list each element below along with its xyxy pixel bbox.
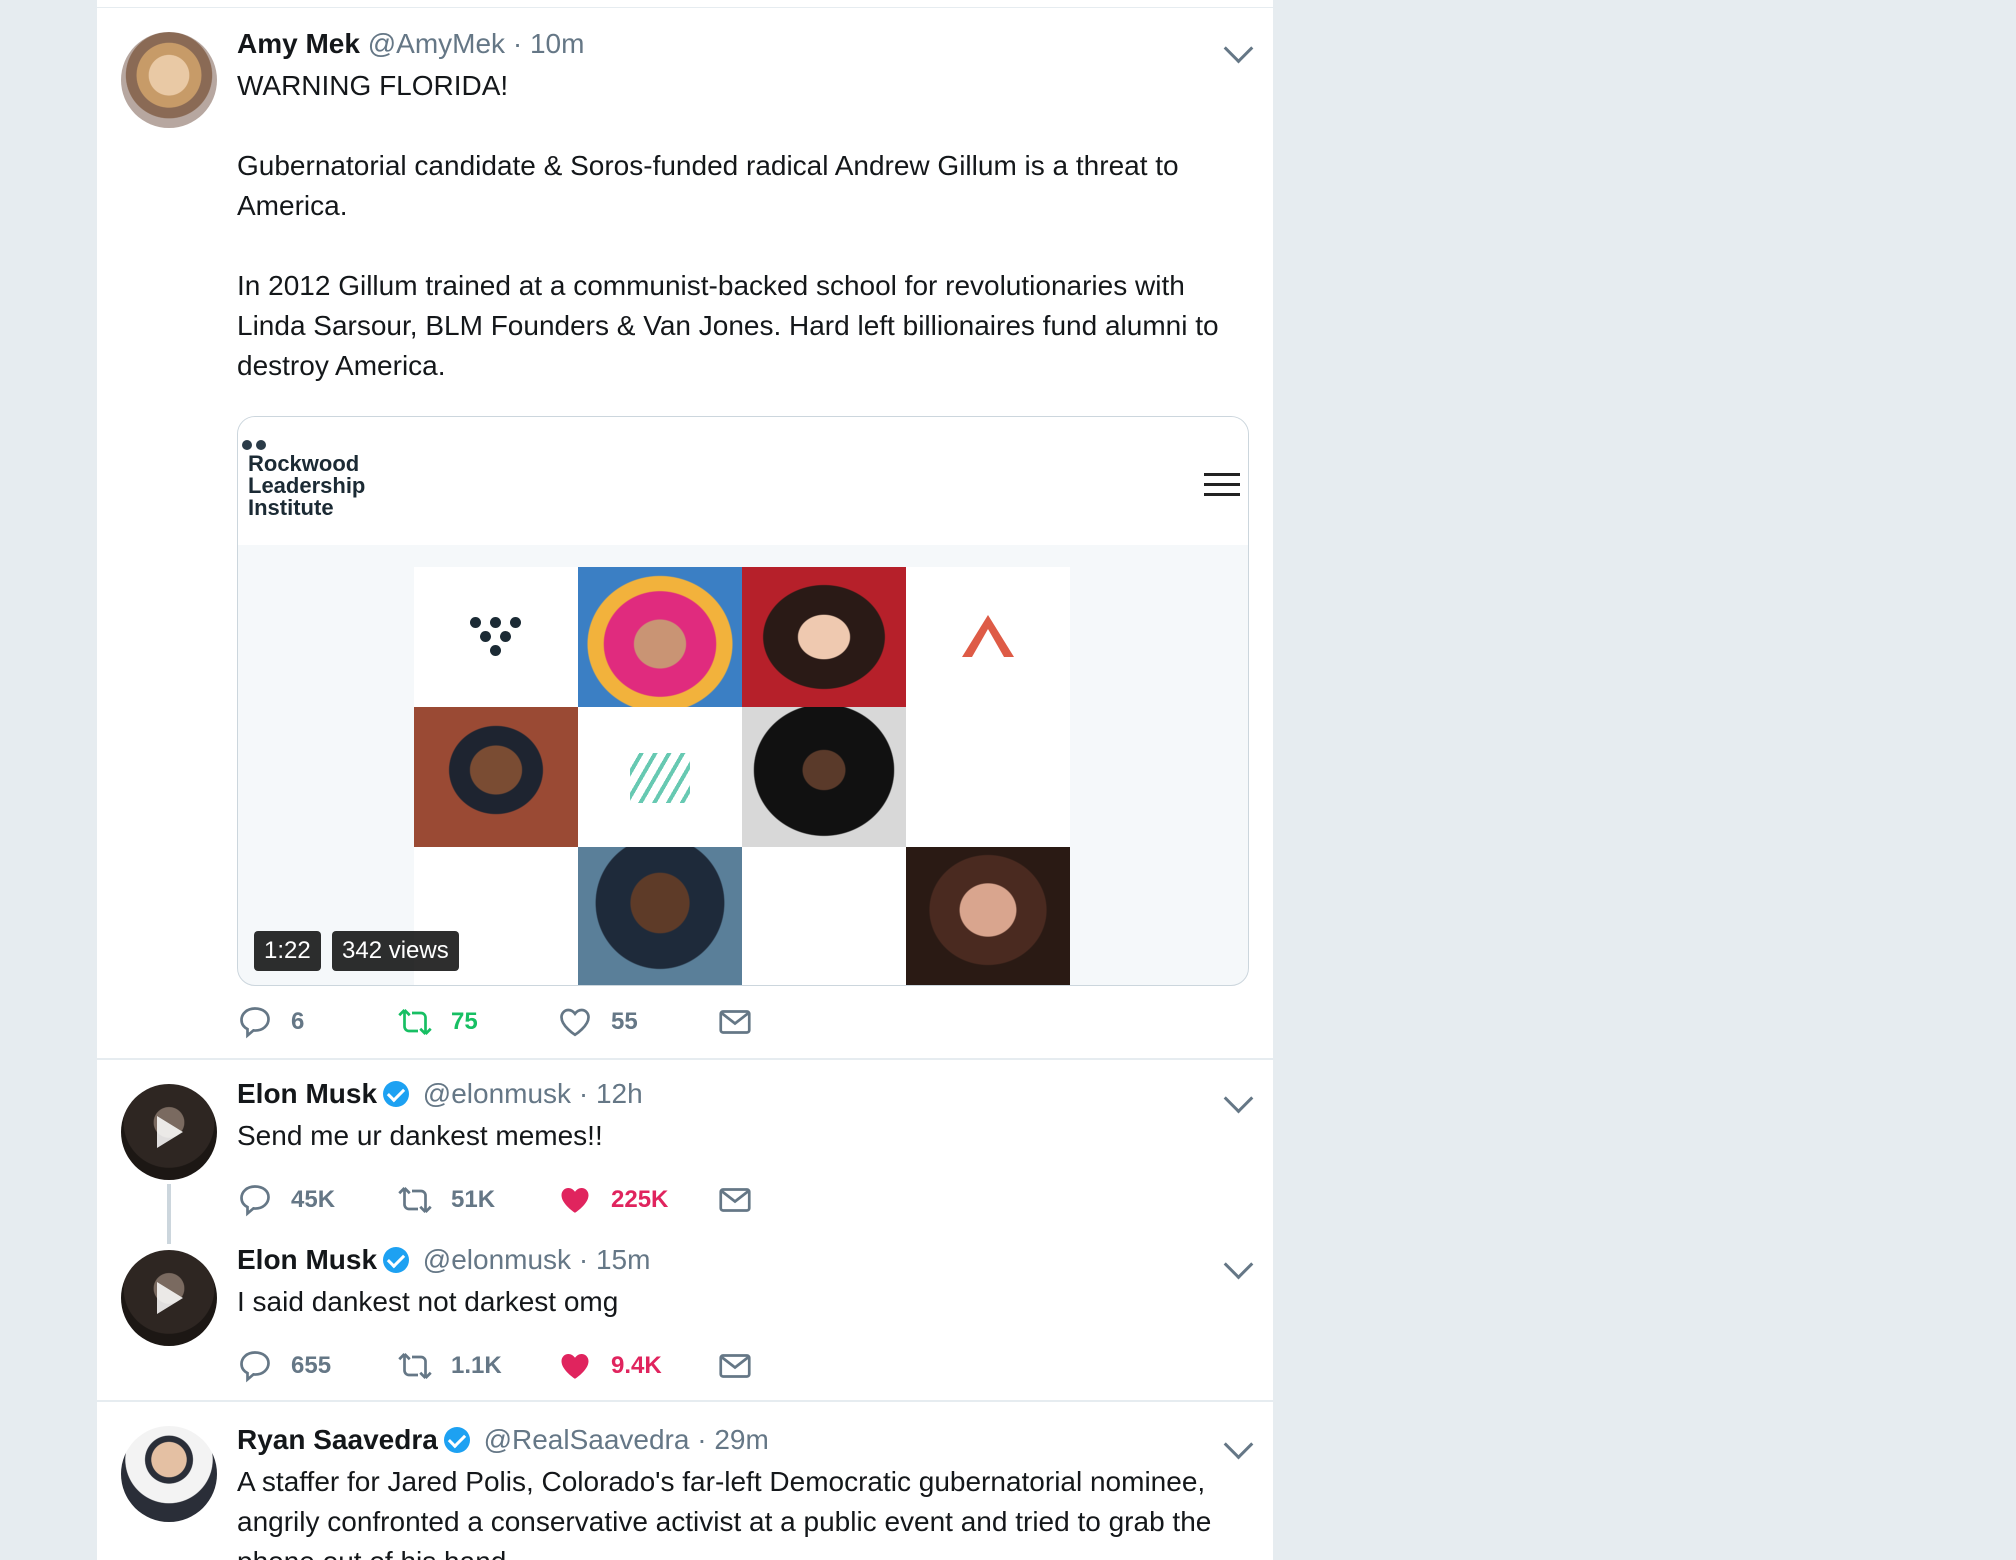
author-handle[interactable]: @elonmusk [423, 1078, 571, 1109]
reply-count: 45K [291, 1186, 336, 1213]
reply-button[interactable]: 6 [237, 1002, 304, 1042]
photo-tile [742, 707, 906, 847]
divider [97, 7, 1273, 8]
video-card[interactable]: Rockwood Leadership Institute 1:22 342 v… [237, 416, 1249, 986]
timestamp[interactable]: 29m [714, 1424, 768, 1455]
separator: · [578, 1244, 589, 1275]
site-logo: Rockwood Leadership Institute [248, 451, 366, 520]
logo-tile [906, 567, 1070, 707]
site-header: Rockwood Leadership Institute [238, 417, 1248, 545]
photo-tile [578, 567, 742, 707]
play-icon [157, 1282, 183, 1314]
tweet-text: A staffer for Jared Polis, Colorado's fa… [237, 1466, 1212, 1560]
direct-message-button[interactable] [717, 1346, 771, 1386]
verified-icon [383, 1081, 410, 1107]
reply-icon [240, 1185, 270, 1217]
chevron-down-icon[interactable] [1223, 1429, 1254, 1460]
like-count: 9.4K [611, 1352, 662, 1379]
like-count: 225K [611, 1186, 669, 1213]
retweet-button[interactable]: 75 [397, 1002, 478, 1042]
photo-tile [578, 847, 742, 985]
separator: · [578, 1078, 589, 1109]
chevron-down-icon[interactable] [1223, 1083, 1254, 1114]
retweet-icon [398, 1009, 432, 1035]
divider [97, 1400, 1273, 1402]
tweet-header: Ryan Saavedra @RealSaavedra · 29m [237, 1424, 769, 1456]
author-name[interactable]: Elon Musk [237, 1078, 377, 1109]
chevron-down-icon[interactable] [1223, 33, 1254, 64]
dots-logo-icon [470, 617, 522, 659]
timestamp[interactable]: 15m [596, 1244, 650, 1275]
author-name[interactable]: Ryan Saavedra [237, 1424, 438, 1455]
author-name[interactable]: Elon Musk [237, 1244, 377, 1275]
tweet-header: Elon Musk @elonmusk · 15m [237, 1244, 650, 1276]
reply-icon [240, 1351, 270, 1383]
thread-line [167, 1184, 171, 1244]
reply-count: 6 [291, 1008, 305, 1035]
like-icon [560, 1008, 590, 1037]
tweet-header: Amy Mek @AmyMek · 10m [237, 28, 584, 60]
verified-icon [443, 1427, 470, 1453]
like-button[interactable]: 9.4K [557, 1346, 662, 1386]
divider [97, 1058, 1273, 1060]
like-icon [561, 1354, 589, 1379]
retweet-button[interactable]: 1.1K [397, 1346, 502, 1386]
reply-icon [240, 1007, 270, 1039]
photo-grid [414, 567, 1070, 985]
like-button[interactable]: 55 [557, 1002, 638, 1042]
retweet-icon [398, 1353, 432, 1379]
hamburger-menu-icon [1204, 473, 1240, 497]
blank-tile [742, 847, 906, 985]
photo-tile [742, 567, 906, 707]
triangle-inner [972, 629, 1004, 657]
logo-tile [578, 707, 742, 847]
video-duration: 1:22 [254, 931, 321, 971]
retweet-button[interactable]: 51K [397, 1180, 495, 1220]
direct-message-button[interactable] [717, 1180, 771, 1220]
like-button[interactable]: 225K [557, 1180, 668, 1220]
retweet-count: 75 [451, 1008, 478, 1035]
logo-tile [414, 567, 578, 707]
avatar[interactable] [121, 32, 217, 128]
author-handle[interactable]: @RealSaavedra [484, 1424, 690, 1455]
timestamp[interactable]: 10m [530, 28, 584, 59]
stripes-logo-icon [630, 753, 690, 803]
blank-tile [906, 707, 1070, 847]
retweet-icon [398, 1187, 432, 1213]
like-count: 55 [611, 1008, 638, 1035]
retweet-count: 1.1K [451, 1352, 502, 1379]
photo-tile [906, 847, 1070, 985]
video-views: 342 views [332, 931, 459, 971]
separator: · [697, 1424, 707, 1455]
tweet-header: Elon Musk @elonmusk · 12h [237, 1078, 643, 1110]
like-icon [561, 1188, 589, 1213]
author-handle[interactable]: @AmyMek [368, 28, 505, 59]
avatar[interactable] [121, 1426, 217, 1522]
reply-count: 655 [291, 1352, 332, 1379]
play-icon [157, 1116, 183, 1148]
direct-message-icon [719, 1354, 751, 1378]
chevron-down-icon[interactable] [1223, 1249, 1254, 1280]
direct-message-icon [719, 1010, 751, 1034]
photo-tile [414, 707, 578, 847]
author-name[interactable]: Amy Mek [237, 28, 360, 59]
retweet-count: 51K [451, 1186, 496, 1213]
tweet-text: WARNING FLORIDA! Gubernatorial candidate… [237, 70, 1219, 381]
verified-icon [383, 1247, 410, 1273]
reply-button[interactable]: 45K [237, 1180, 335, 1220]
timestamp[interactable]: 12h [596, 1078, 643, 1109]
timeline: Amy Mek @AmyMek · 10m WARNING FLORIDA! G… [96, 0, 1274, 1560]
logo-dots-icon [242, 437, 278, 451]
author-handle[interactable]: @elonmusk [423, 1244, 571, 1275]
avatar[interactable] [121, 1084, 217, 1180]
separator: · [512, 28, 523, 59]
tweet-text: Send me ur dankest memes!! [237, 1120, 603, 1151]
reply-button[interactable]: 655 [237, 1346, 331, 1386]
tweet-text: I said dankest not darkest omg [237, 1286, 619, 1317]
direct-message-icon [719, 1188, 751, 1212]
avatar[interactable] [121, 1250, 217, 1346]
direct-message-button[interactable] [717, 1002, 771, 1042]
